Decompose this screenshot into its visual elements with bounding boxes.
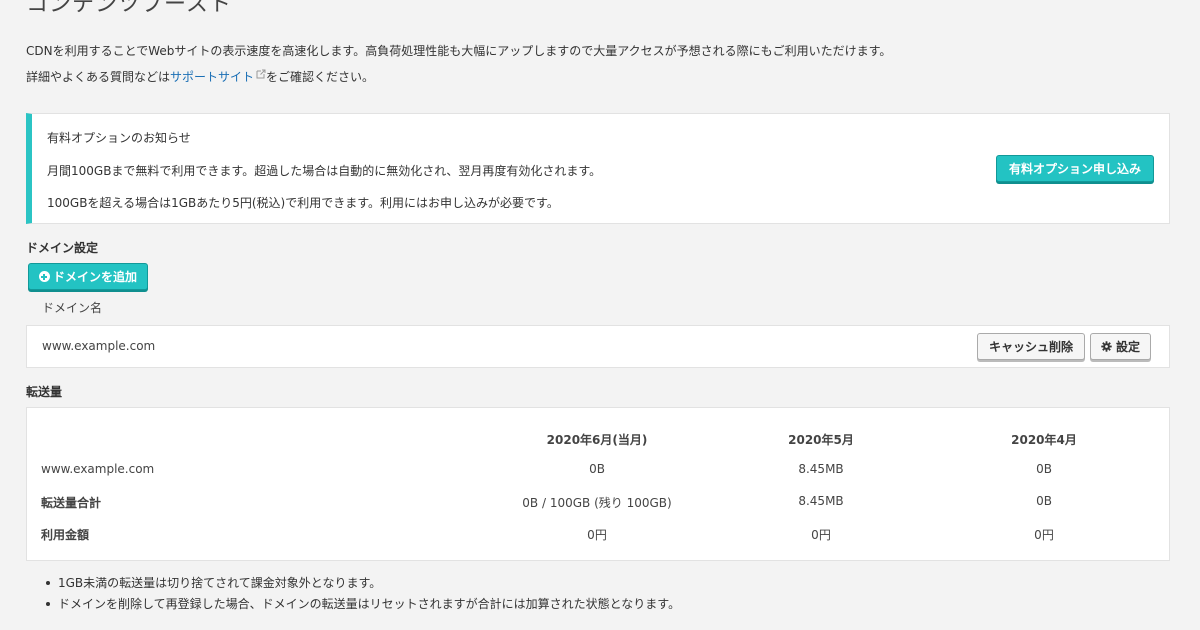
list-item: ドメインを削除して再登録した場合、ドメインの転送量はリセットされますが合計には加… bbox=[46, 594, 680, 615]
domain-name: www.example.com bbox=[42, 339, 156, 353]
domain-row: www.example.com キャッシュ削除 設定 bbox=[26, 325, 1170, 368]
table-cell: 0円 bbox=[1034, 528, 1054, 542]
domain-settings-label: 設定 bbox=[1115, 340, 1140, 354]
notice-line-1: 月間100GBまで無料で利用できます。超過した場合は自動的に無効化され、翌月再度… bbox=[47, 164, 602, 178]
column-header-month: 2020年5月 bbox=[788, 433, 854, 447]
transfer-title: 転送量 bbox=[26, 385, 63, 399]
transfer-table: 2020年6月(当月) 2020年5月 2020年4月 www.example.… bbox=[26, 407, 1170, 561]
table-cell: 0円 bbox=[587, 528, 607, 542]
domain-settings-title: ドメイン設定 bbox=[26, 241, 99, 255]
table-cell: 0円 bbox=[811, 528, 831, 542]
intro-line-2-prefix: 詳細やよくある質問などは bbox=[26, 70, 171, 84]
column-header-month: 2020年4月 bbox=[1011, 433, 1077, 447]
gear-icon bbox=[1101, 341, 1112, 352]
table-cell: 8.45MB bbox=[798, 462, 844, 476]
table-cell: 0B bbox=[1036, 494, 1052, 508]
notice-title: 有料オプションのお知らせ bbox=[47, 131, 191, 145]
list-item: 1GB未満の転送量は切り捨てされて課金対象外となります。 bbox=[46, 573, 680, 594]
notes-list: 1GB未満の転送量は切り捨てされて課金対象外となります。 ドメインを削除して再登… bbox=[46, 573, 680, 615]
row-label-fee: 利用金額 bbox=[41, 528, 90, 542]
row-label-domain: www.example.com bbox=[41, 462, 155, 476]
clear-cache-button[interactable]: キャッシュ削除 bbox=[977, 333, 1085, 360]
intro-text: CDNを利用することでWebサイトの表示速度を高速化します。高負荷処理性能も大幅… bbox=[26, 38, 891, 90]
table-cell: 0B bbox=[589, 462, 605, 476]
add-domain-label: ドメインを追加 bbox=[52, 270, 137, 284]
intro-line-2: 詳細やよくある質問などはサポートサイト をご確認ください。 bbox=[26, 64, 891, 90]
column-header-month: 2020年6月(当月) bbox=[546, 433, 648, 447]
domain-settings-button[interactable]: 設定 bbox=[1090, 333, 1151, 360]
table-cell: 8.45MB bbox=[798, 494, 844, 508]
table-cell: 0B bbox=[1036, 462, 1052, 476]
table-cell: 0B / 100GB (残り 100GB) bbox=[522, 496, 672, 510]
row-label-total: 転送量合計 bbox=[41, 496, 102, 510]
intro-line-1: CDNを利用することでWebサイトの表示速度を高速化します。高負荷処理性能も大幅… bbox=[26, 44, 892, 58]
add-domain-button[interactable]: ドメインを追加 bbox=[28, 263, 148, 290]
intro-line-2-suffix: をご確認ください。 bbox=[266, 70, 375, 84]
support-site-link[interactable]: サポートサイト bbox=[170, 70, 254, 84]
paid-option-apply-button[interactable]: 有料オプション申し込み bbox=[996, 155, 1154, 182]
paid-option-notice: 有料オプションのお知らせ 月間100GBまで無料で利用できます。超過した場合は自… bbox=[26, 113, 1170, 224]
domain-name-column-header: ドメイン名 bbox=[42, 301, 103, 315]
page-title: コンテンツブースト bbox=[26, 0, 232, 17]
external-link-icon bbox=[256, 69, 266, 79]
plus-circle-icon bbox=[38, 271, 50, 282]
notice-line-2: 100GBを超える場合は1GBあたり5円(税込)で利用できます。利用にはお申し込… bbox=[47, 196, 559, 210]
